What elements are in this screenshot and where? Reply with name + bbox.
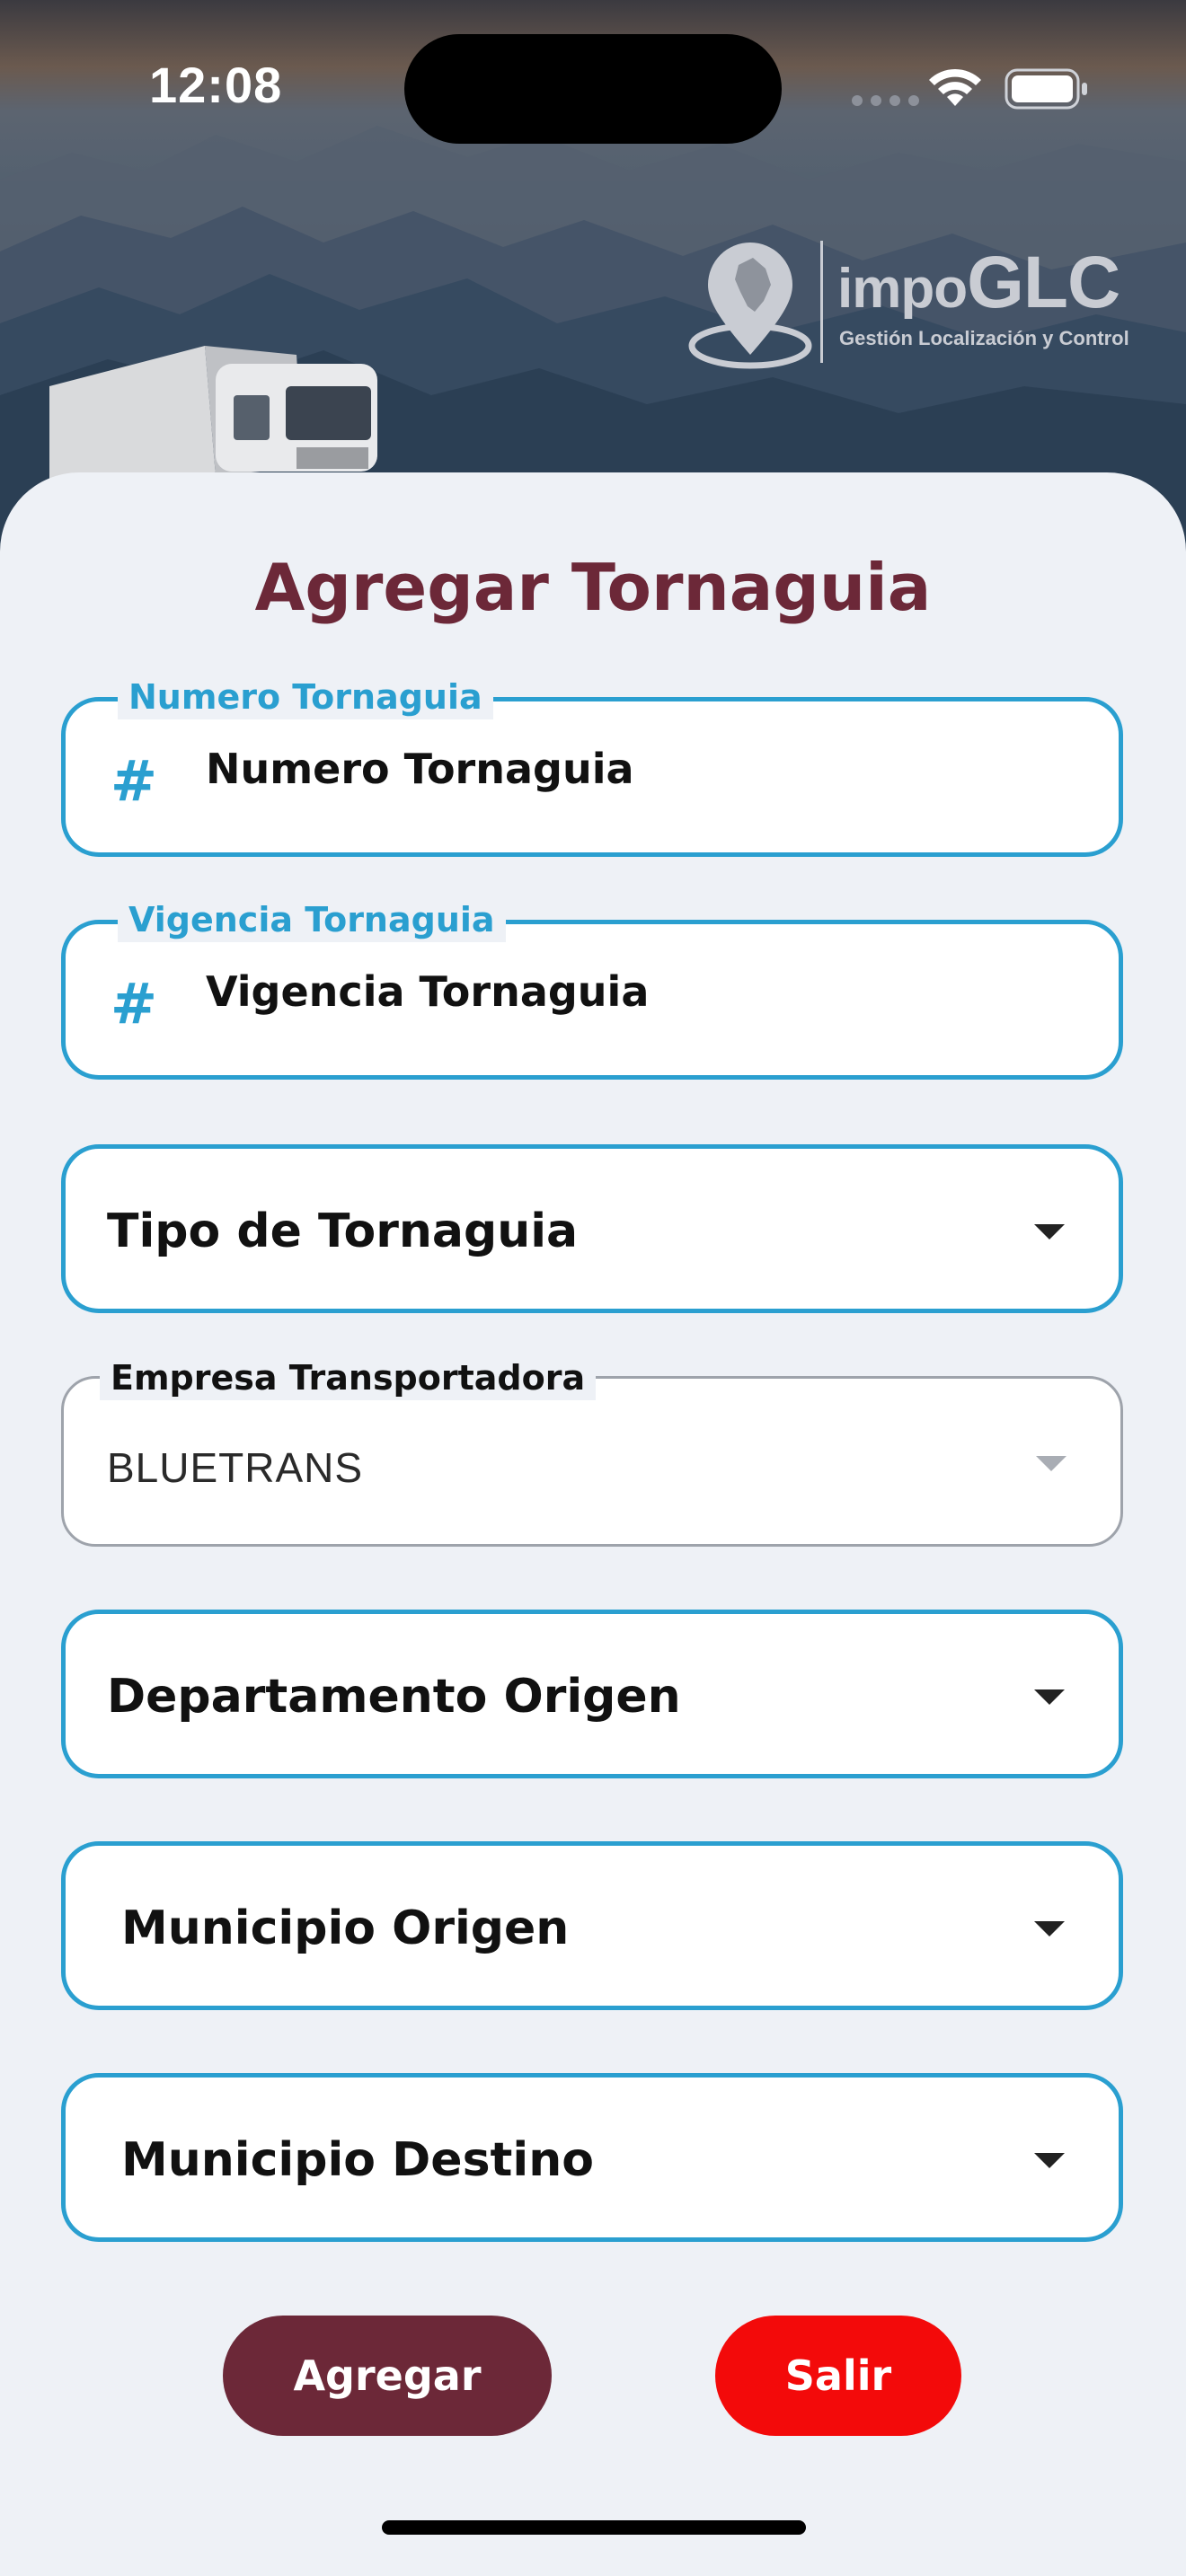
agregar-button[interactable]: Agregar [223, 2316, 552, 2436]
dynamic-island [404, 34, 782, 144]
municipio-origen-dropdown[interactable]: Municipio Origen [61, 1841, 1123, 2010]
salir-button[interactable]: Salir [715, 2316, 961, 2436]
numero-tornaguia-field[interactable]: Numero Tornaguia # Numero Tornaguia [61, 675, 1123, 857]
home-indicator[interactable] [382, 2520, 806, 2535]
vigencia-tornaguia-label: Vigencia Tornaguia [118, 897, 506, 942]
numero-tornaguia-label: Numero Tornaguia [118, 675, 493, 719]
municipio-destino-label: Municipio Destino [121, 2133, 594, 2187]
tipo-tornaguia-label: Tipo de Tornaguia [107, 1204, 579, 1258]
municipio-origen-label: Municipio Origen [121, 1901, 570, 1955]
cellular-signal-icon [852, 95, 919, 106]
vigencia-tornaguia-placeholder[interactable]: Vigencia Tornaguia [206, 967, 649, 1016]
vigencia-tornaguia-field[interactable]: Vigencia Tornaguia # Vigencia Tornaguia [61, 897, 1123, 1080]
status-time: 12:08 [149, 57, 283, 113]
empresa-transportadora-dropdown[interactable]: Empresa Transportadora BLUETRANS [61, 1355, 1123, 1547]
brand-name: impoGLC [837, 242, 1120, 323]
page-title: Agregar Tornaguia [254, 550, 932, 625]
wifi-icon [929, 68, 981, 106]
hash-icon: # [111, 748, 157, 814]
chevron-down-icon [1034, 1689, 1065, 1705]
hash-icon: # [111, 971, 157, 1037]
logo-divider [820, 241, 823, 363]
brand-tagline: Gestión Localización y Control [839, 327, 1129, 349]
battery-icon [1005, 68, 1087, 110]
chevron-down-icon [1034, 2153, 1065, 2168]
tipo-tornaguia-dropdown[interactable]: Tipo de Tornaguia [61, 1144, 1123, 1313]
departamento-origen-dropdown[interactable]: Departamento Origen [61, 1610, 1123, 1778]
departamento-origen-label: Departamento Origen [107, 1670, 681, 1724]
empresa-transportadora-label: Empresa Transportadora [100, 1355, 597, 1400]
location-logo-icon [688, 243, 812, 369]
chevron-down-icon [1034, 1224, 1065, 1239]
numero-tornaguia-placeholder[interactable]: Numero Tornaguia [206, 745, 634, 793]
chevron-down-icon [1034, 1921, 1065, 1936]
chevron-down-icon [1036, 1456, 1067, 1471]
empresa-transportadora-value: BLUETRANS [107, 1444, 364, 1491]
municipio-destino-dropdown[interactable]: Municipio Destino [61, 2073, 1123, 2242]
